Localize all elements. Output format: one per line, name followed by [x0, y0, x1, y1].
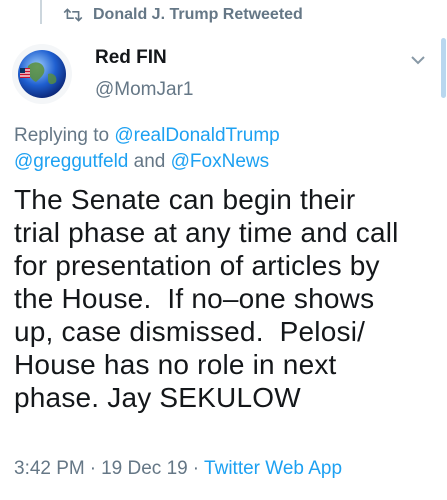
author-handle[interactable]: @MomJar1	[95, 79, 193, 101]
scrollbar-thumb[interactable]	[441, 38, 446, 98]
tweet-date[interactable]: 19 Dec 19	[101, 458, 188, 479]
reply-prefix: Replying to	[14, 125, 115, 146]
tweet-line: up, case dismissed. Pelosi/	[14, 316, 366, 347]
tweet-body: The Senate can begin their trial phase a…	[14, 183, 439, 414]
source-app-link[interactable]: Twitter Web App	[204, 458, 342, 479]
reply-context: Replying to @realDonaldTrump @greggutfel…	[14, 123, 434, 175]
thread-line	[40, 0, 42, 24]
tweet-meta: 3:42 PM · 19 Dec 19 · Twitter Web App	[14, 458, 342, 480]
meta-separator: ·	[192, 458, 200, 479]
tweet-line: The Senate can begin their	[14, 184, 356, 215]
tweet-time[interactable]: 3:42 PM	[14, 458, 85, 479]
avatar[interactable]	[12, 44, 72, 104]
mention-link[interactable]: @realDonaldTrump	[114, 125, 279, 146]
mention-link[interactable]: @greggutfeld	[14, 151, 128, 172]
tweet-line: the House. If no–one shows	[14, 283, 375, 314]
author-name[interactable]: Red FIN	[95, 47, 167, 69]
retweet-icon	[63, 8, 83, 22]
mention-link[interactable]: @FoxNews	[171, 151, 269, 172]
globe-avatar-icon	[12, 44, 72, 104]
tweet-line: trial phase at any time and call	[14, 217, 399, 248]
retweet-label[interactable]: Donald J. Trump Retweeted	[93, 6, 303, 24]
tweet-line: phase. Jay SEKULOW	[14, 382, 301, 413]
tweet-line: House has no role in next	[14, 349, 337, 380]
tweet-line: for presentation of articles by	[14, 250, 380, 281]
meta-separator: ·	[89, 458, 97, 479]
chevron-down-icon[interactable]	[410, 55, 426, 65]
retweet-header: Donald J. Trump Retweeted	[63, 5, 303, 25]
reply-joiner: and	[128, 151, 171, 172]
